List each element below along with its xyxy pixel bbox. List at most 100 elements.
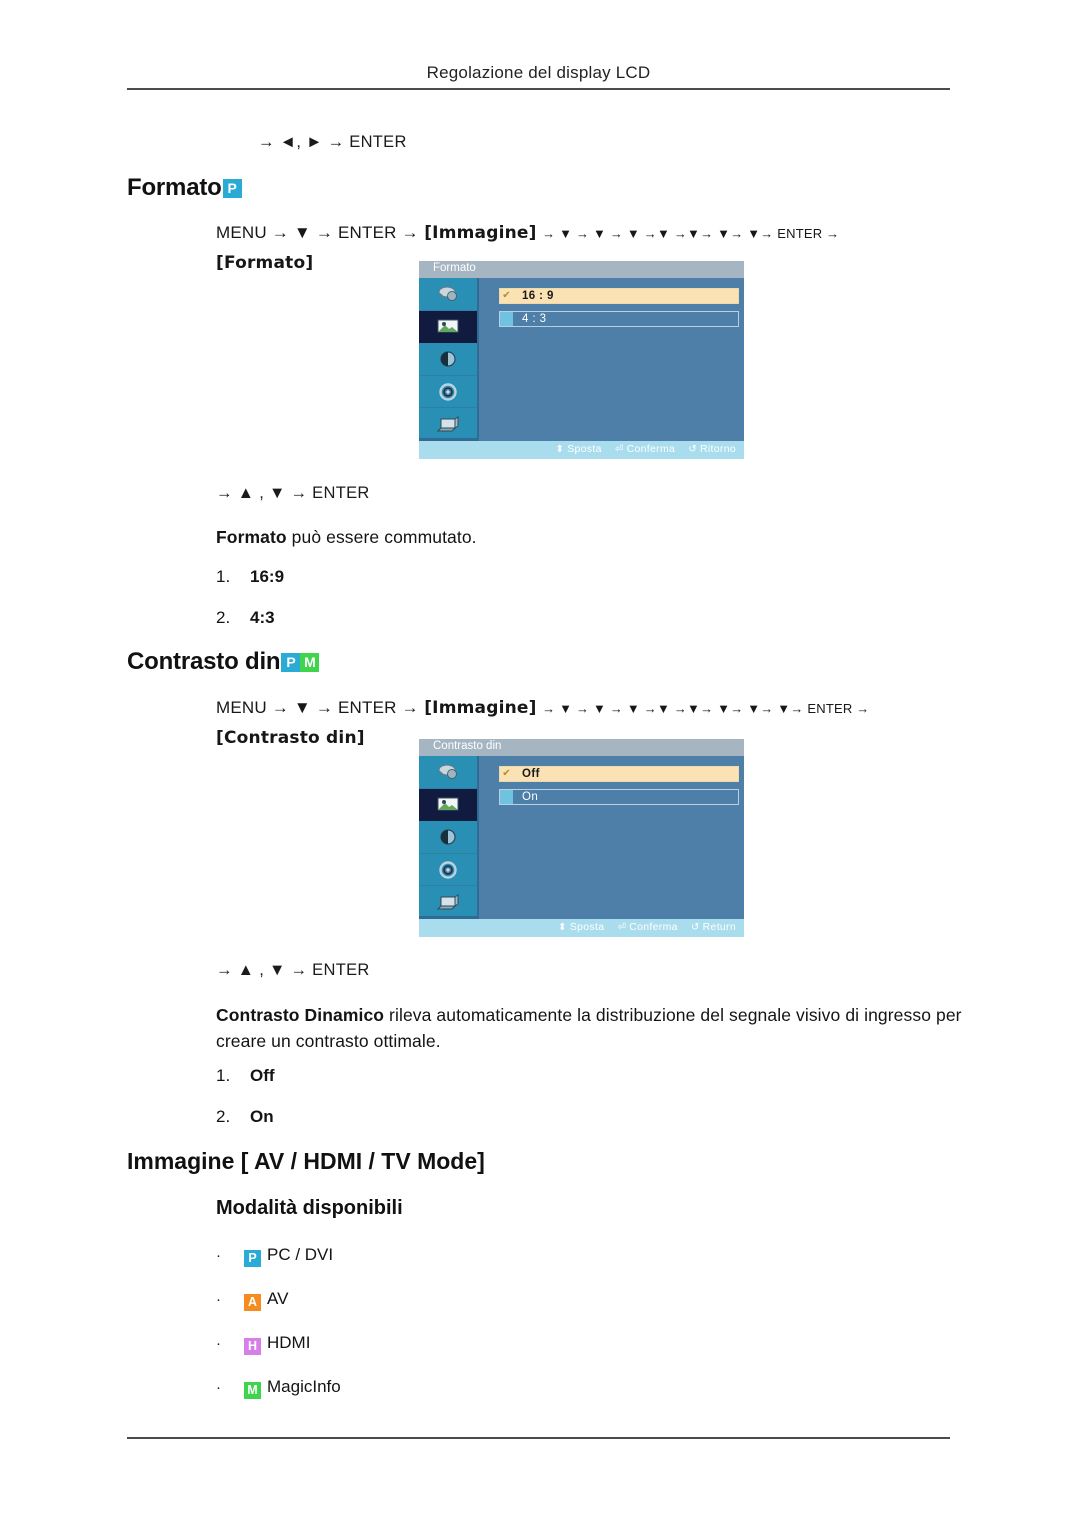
osd-sidebar: [419, 756, 479, 919]
osd-titlebar: Contrasto din: [419, 739, 744, 756]
setup-icon: [435, 860, 461, 880]
osd-option-label: On: [522, 791, 539, 803]
osd-sidebar-item-multi-control[interactable]: [419, 408, 477, 441]
osd-sidebar-item-picture[interactable]: [419, 788, 477, 822]
return-arrow-icon: ↺: [690, 922, 700, 933]
osd-footer: ⬍ Sposta ⏎ Conferma ↺ Return: [419, 919, 744, 937]
osd-hint-label: Conferma: [626, 443, 676, 455]
picture-icon: [435, 794, 461, 814]
subsection-heading-modalita: Modalità disponibili: [216, 1197, 403, 1219]
header-divider: [127, 88, 950, 90]
osd-hint-label: Conferma: [629, 921, 678, 933]
check-icon: ✔: [502, 290, 511, 301]
osd-option-row[interactable]: On: [499, 789, 739, 805]
mode-badge-m: M: [244, 1382, 261, 1399]
osd-sidebar-item-multi-control[interactable]: [419, 886, 477, 919]
option-value: 16:9: [250, 567, 285, 586]
osd-option-label: 16 : 9: [522, 290, 554, 302]
return-arrow-icon: ↺: [688, 444, 698, 455]
description-rest: può essere commutato.: [286, 527, 477, 547]
section-heading-label: Formato: [127, 174, 222, 201]
enter-key-icon: ⏎: [617, 922, 627, 933]
menu-path-prefix: MENU → ▼ → ENTER →: [216, 698, 419, 717]
osd-option-list: ✔ 16 : 9 4 : 3: [479, 278, 744, 441]
osd-sidebar-item-input-source[interactable]: [419, 278, 477, 311]
osd-hint-label: Return: [702, 921, 736, 933]
osd-option-list: ✔ Off On: [479, 756, 744, 919]
section-badges: PM: [281, 648, 320, 675]
mode-label: AV: [267, 1289, 289, 1308]
osd-title: Formato: [433, 262, 476, 274]
picture-icon: [435, 316, 461, 336]
osd-option-row[interactable]: 4 : 3: [499, 311, 739, 327]
nav-line-top: → ◄, ► → ENTER: [258, 133, 407, 151]
osd-footer-hints: ⬍ Sposta ⏎ Conferma ↺ Ritorno: [546, 443, 736, 455]
option-number: 2.: [216, 608, 231, 627]
description-term: Formato: [216, 527, 287, 547]
mode-label: MagicInfo: [267, 1377, 341, 1396]
osd-hint-conferma: ⏎ Conferma: [615, 443, 675, 455]
option-value: Off: [250, 1066, 275, 1085]
enter-key-icon: ⏎: [614, 444, 624, 455]
section-heading-immagine-av: Immagine [ AV / HDMI / TV Mode]: [127, 1148, 485, 1174]
menu-path-bracket-immagine: [Immagine]: [424, 698, 537, 718]
menu-path-bracket-contrasto-din: [Contrasto din]: [216, 728, 365, 748]
osd-screenshot-contrasto-din: Contrasto din ✔ Off On ⬍ Sposta ⏎ Confer…: [419, 739, 744, 937]
option-value: 4:3: [250, 608, 275, 627]
option-list-item: 1. 16:9: [216, 567, 284, 587]
option-number: 1.: [216, 1066, 231, 1085]
mode-list-item-av: · A AV: [216, 1289, 288, 1311]
osd-hint-return: ↺ Return: [691, 921, 736, 933]
mode-badge-p: P: [281, 653, 301, 672]
updown-arrow-icon: ⬍: [555, 444, 565, 455]
osd-title: Contrasto din: [433, 740, 502, 752]
osd-footer-hints: ⬍ Sposta ⏎ Conferma ↺ Return: [548, 921, 736, 933]
option-number: 1.: [216, 567, 231, 586]
bullet-icon: ·: [216, 1379, 221, 1396]
mode-label: PC / DVI: [267, 1245, 334, 1264]
osd-hint-conferma: ⏎ Conferma: [618, 921, 678, 933]
option-list-item: 2. 4:3: [216, 608, 275, 628]
osd-hint-sposta: ⬍ Sposta: [558, 921, 604, 933]
osd-option-label: 4 : 3: [522, 313, 547, 325]
mode-list-item-hdmi: · H HDMI: [216, 1333, 310, 1355]
input-source-icon: [435, 762, 461, 782]
mode-list-item-pc-dvi: · P PC / DVI: [216, 1245, 333, 1267]
option-value: On: [250, 1107, 274, 1126]
check-icon: ✔: [502, 768, 511, 779]
multi-control-icon: [435, 892, 461, 912]
osd-sidebar-item-setup[interactable]: [419, 854, 477, 887]
option-list-item: 2. On: [216, 1107, 274, 1127]
section-heading-contrasto-din: Contrasto din P M: [127, 648, 320, 676]
bullet-icon: ·: [216, 1291, 221, 1308]
osd-sidebar-item-setup[interactable]: [419, 376, 477, 409]
menu-path-bracket-immagine: [Immagine]: [424, 223, 537, 243]
mode-list-item-magicinfo: · M MagicInfo: [216, 1377, 341, 1399]
osd-sidebar-item-picture[interactable]: [419, 310, 477, 344]
osd-footer: ⬍ Sposta ⏎ Conferma ↺ Ritorno: [419, 441, 744, 459]
osd-hint-label: Ritorno: [700, 443, 736, 455]
sound-icon: [435, 349, 461, 369]
option-list-item: 1. Off: [216, 1066, 275, 1086]
osd-option-row-selected[interactable]: ✔ Off: [499, 766, 739, 782]
menu-path-bracket-formato: [Formato]: [216, 253, 314, 273]
osd-screenshot-formato: Formato ✔ 16: 9 4: 3 ⬍ Sposta ⏎ Confer…: [419, 261, 744, 459]
mode-badge-h: H: [244, 1338, 261, 1355]
nav-line-contrasto-din: → ▲ , ▼ → ENTER: [216, 961, 370, 979]
footer-divider: [127, 1437, 950, 1439]
section-heading-formato: Formato P: [127, 174, 242, 202]
osd-sidebar-item-sound[interactable]: [419, 821, 477, 854]
osd-hint-sposta: ⬍ Sposta: [556, 443, 602, 455]
osd-sidebar-item-sound[interactable]: [419, 343, 477, 376]
osd-option-row-selected[interactable]: ✔ 16 : 9: [499, 288, 739, 304]
multi-control-icon: [435, 414, 461, 434]
mode-badge-m: M: [300, 653, 320, 672]
osd-hint-ritorno: ↺ Ritorno: [688, 443, 736, 455]
osd-sidebar-item-input-source[interactable]: [419, 756, 477, 789]
menu-path-arrows: → ▼ → ▼ → ▼ →▼ →▼→ ▼→ ▼→ ▼→ ENTER →: [542, 701, 870, 716]
mode-badge-p: P: [244, 1250, 261, 1267]
osd-hint-label: Sposta: [567, 443, 602, 455]
option-swatch: [500, 790, 513, 804]
mode-badge-p: P: [222, 179, 242, 198]
osd-hint-label: Sposta: [569, 921, 605, 933]
